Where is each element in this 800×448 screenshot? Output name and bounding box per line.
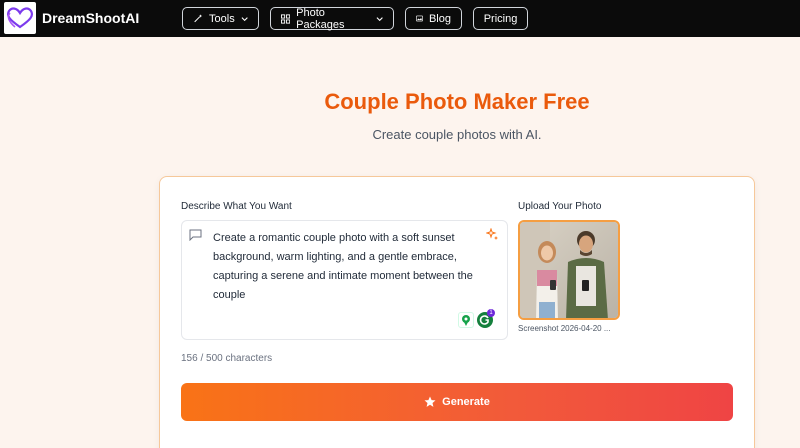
chevron-down-icon <box>376 16 383 21</box>
grid-icon <box>281 13 291 24</box>
nav-pricing-button[interactable]: Pricing <box>473 7 528 30</box>
nav-photo-packages-button[interactable]: Photo Packages <box>270 6 394 31</box>
nav-blog-button[interactable]: Blog <box>405 7 462 30</box>
nav-tools-button[interactable]: Tools <box>182 7 259 30</box>
generate-button[interactable]: Generate <box>181 383 733 421</box>
location-pin-icon <box>462 315 470 326</box>
star-icon <box>424 396 436 407</box>
logo[interactable] <box>4 2 36 34</box>
prompt-line: couple <box>213 289 246 301</box>
brand-name[interactable]: DreamShootAI <box>42 10 139 26</box>
nav-tools-label: Tools <box>209 12 235 25</box>
describe-label: Describe What You Want <box>181 201 292 212</box>
prompt-text[interactable]: Create a romantic couple photo with a so… <box>213 229 493 305</box>
character-count: 156 / 500 characters <box>181 353 273 364</box>
page-subtitle: Create couple photos with AI. <box>372 127 542 142</box>
message-square-icon <box>189 229 202 241</box>
top-navbar: DreamShootAI Tools Photo Packages Blog P… <box>0 0 800 37</box>
heart-logo-icon <box>6 7 34 29</box>
image-icon <box>416 15 423 22</box>
nav-pricing-label: Pricing <box>483 12 518 25</box>
chevron-down-icon <box>241 16 248 21</box>
extension-pin-icon[interactable] <box>458 312 474 328</box>
sparkles-icon[interactable] <box>486 228 499 241</box>
magic-wand-icon <box>194 14 203 23</box>
upload-label: Upload Your Photo <box>518 201 602 212</box>
grammarly-badge: 1 <box>487 309 495 317</box>
generate-label: Generate <box>442 396 490 408</box>
prompt-line: capturing a serene and intimate moment b… <box>213 270 473 282</box>
nav-photo-packages-label: Photo Packages <box>296 6 345 31</box>
prompt-line: Create a romantic couple photo with a so… <box>213 232 455 244</box>
upload-photo-preview[interactable] <box>518 220 620 320</box>
nav-blog-label: Blog <box>428 12 451 25</box>
prompt-line: background, warm lighting, and a gentle … <box>213 251 457 263</box>
uploaded-photo-image <box>520 222 618 318</box>
page-title: Couple Photo Maker Free <box>324 89 590 114</box>
upload-filename: Screenshot 2026-04-20 ... <box>518 324 611 333</box>
